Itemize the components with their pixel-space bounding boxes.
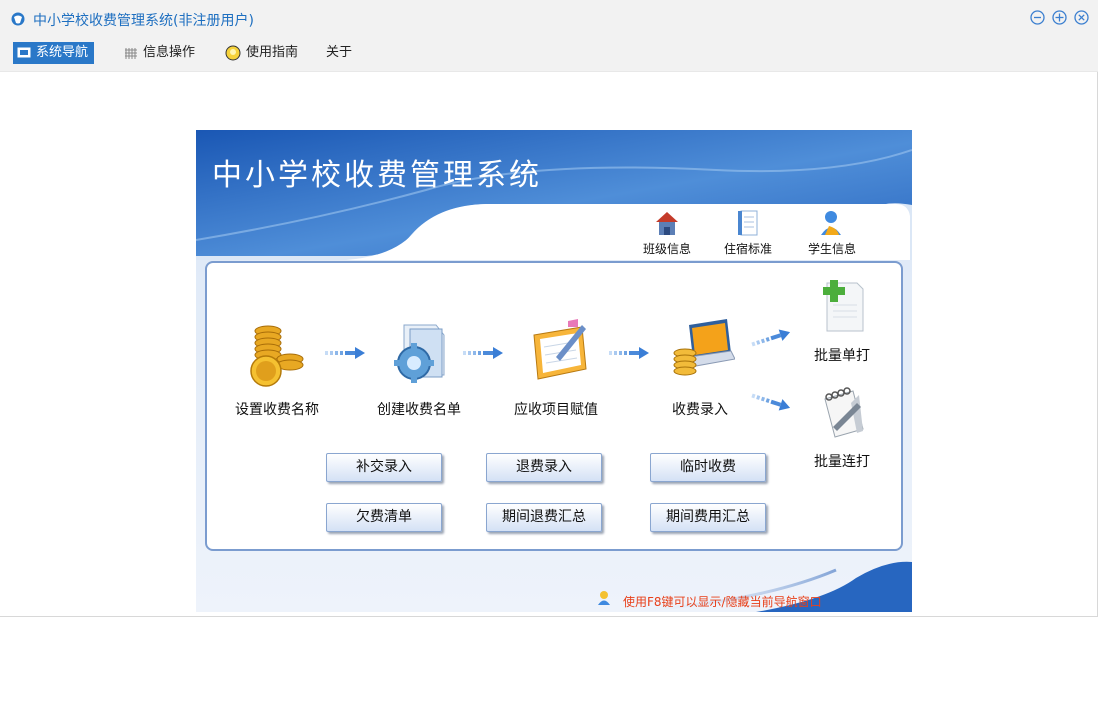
period-refund-summary-button[interactable]: 期间退费汇总 xyxy=(486,503,602,532)
flow-assign-receivables[interactable]: 应收项目赋值 xyxy=(501,315,611,419)
refund-entry-button[interactable]: 退费录入 xyxy=(486,453,602,482)
close-icon[interactable] xyxy=(1074,10,1089,25)
title-bar: 中小学校收费管理系统(非注册用户) xyxy=(0,0,1098,38)
arrears-list-button[interactable]: 欠费清单 xyxy=(326,503,442,532)
student-info-link[interactable]: 学生信息 xyxy=(797,208,867,257)
user-tip-icon xyxy=(598,591,610,605)
menu-item-about[interactable]: 关于 xyxy=(322,42,358,64)
menu-label: 系统导航 xyxy=(36,45,89,60)
student-info-label: 学生信息 xyxy=(807,242,856,256)
print-label: 批量连打 xyxy=(814,454,870,470)
menu-item-system-nav[interactable]: 系统导航 xyxy=(13,42,95,64)
batch-continuous-print[interactable]: 批量连打 xyxy=(797,383,887,471)
menu-item-guide[interactable]: 使用指南 xyxy=(221,42,304,64)
menu-label: 使用指南 xyxy=(246,45,299,60)
flow-label: 创建收费名单 xyxy=(377,402,461,418)
menu-label: 关于 xyxy=(326,45,353,60)
print-label: 批量单打 xyxy=(814,348,870,364)
add-document-icon xyxy=(823,280,864,332)
app-window: 中小学校收费管理系统(非注册用户) 系统导航 信息操作 使用指南 关于 中小学校… xyxy=(0,0,1098,617)
house-icon xyxy=(656,212,678,235)
f8-tip-text: 使用F8键可以显示/隐藏当前导航窗口 xyxy=(623,595,822,609)
arrow-down-right-icon xyxy=(751,393,791,411)
flow-label: 设置收费名称 xyxy=(235,402,319,418)
batch-single-print[interactable]: 批量单打 xyxy=(797,277,887,365)
workflow-box: 设置收费名称 创建收费名单 应收项目赋值 收费录入 批量单打 批量连打 补交录入… xyxy=(205,261,903,551)
supplement-entry-button[interactable]: 补交录入 xyxy=(326,453,442,482)
laptop-coins-icon xyxy=(673,319,736,376)
minimize-icon[interactable] xyxy=(1030,10,1045,25)
arrow-right-icon xyxy=(325,347,365,359)
dorm-standard-link[interactable]: 住宿标准 xyxy=(713,208,783,257)
arrow-right-icon xyxy=(463,347,503,359)
navigation-panel: 中小学校收费管理系统 班级信息 住宿标准 学生信息 设置收费名称 创建收费名单 … xyxy=(196,130,912,612)
coins-icon xyxy=(250,325,304,387)
gear-folder-icon xyxy=(394,324,445,383)
menu-item-info-ops[interactable]: 信息操作 xyxy=(120,42,201,64)
period-fee-summary-button[interactable]: 期间费用汇总 xyxy=(650,503,766,532)
flow-label: 应收项目赋值 xyxy=(514,402,598,418)
dorm-standard-label: 住宿标准 xyxy=(723,242,772,256)
maximize-icon[interactable] xyxy=(1052,10,1067,25)
class-info-label: 班级信息 xyxy=(642,242,691,256)
panel-title: 中小学校收费管理系统 xyxy=(212,158,542,193)
temporary-fee-button[interactable]: 临时收费 xyxy=(650,453,766,482)
grid-icon xyxy=(125,47,137,59)
class-info-link[interactable]: 班级信息 xyxy=(632,208,702,257)
menu-label: 信息操作 xyxy=(143,45,196,60)
flow-fee-entry[interactable]: 收费录入 xyxy=(645,315,755,419)
notepad-icon xyxy=(824,387,864,438)
window-title: 中小学校收费管理系统(非注册用户) xyxy=(33,13,254,29)
monitor-icon xyxy=(17,47,31,58)
user-icon xyxy=(821,211,841,235)
flow-label: 收费录入 xyxy=(672,402,728,418)
document-icon xyxy=(738,210,758,236)
flow-create-fee-list[interactable]: 创建收费名单 xyxy=(364,315,474,419)
arrow-up-right-icon xyxy=(751,329,791,347)
flow-set-fee-name[interactable]: 设置收费名称 xyxy=(222,315,332,419)
panel-footer: 使用F8键可以显示/隐藏当前导航窗口 xyxy=(196,560,912,612)
clipboard-icon xyxy=(533,319,587,380)
lightbulb-icon xyxy=(225,45,241,61)
menu-bar: 系统导航 信息操作 使用指南 关于 xyxy=(0,38,1098,72)
app-logo-icon xyxy=(11,12,25,26)
